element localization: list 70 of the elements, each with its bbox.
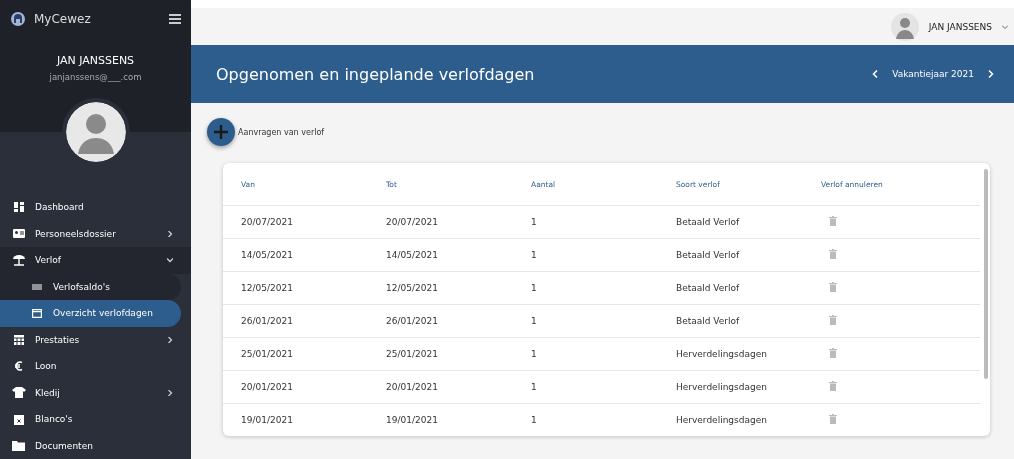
table-cell-text: 20/07/2021 [241,217,294,227]
brand-name: MyCewez [34,11,92,26]
table-cell-text: 12/05/2021 [241,283,294,293]
sidebar-item[interactable]: Dashboard [0,194,191,221]
table-cell-text: 26/01/2021 [386,316,439,326]
trash-icon[interactable] [829,249,837,259]
table-cell-text: 12/05/2021 [386,283,439,293]
trash-icon[interactable] [829,282,837,292]
profile-name: JAN JANSSENS [55,54,136,67]
table-cell-text: 14/05/2021 [241,250,294,260]
table-cell-text: 1 [531,382,538,392]
period-label: Vakantiejaar 2021 [892,69,974,79]
trash-icon[interactable] [829,216,837,226]
add-button[interactable] [207,118,235,146]
table-cell-text: 25/01/2021 [241,349,294,359]
user-avatar-icon[interactable] [890,12,919,41]
sidebar-subitem[interactable]: Verlofsaldo's [0,273,181,300]
shirt-icon [12,387,26,399]
table-cell-text: 20/01/2021 [241,382,294,392]
table-cell-text: Betaald Verlof [676,250,741,260]
table-cell-text: 19/01/2021 [386,415,439,425]
table-cell-text: 19/01/2021 [241,415,294,425]
next-icon[interactable] [988,70,994,78]
sidebar-item[interactable]: Documenten [0,432,191,459]
table-cell-text: Herverdelingsdagen [676,382,768,392]
folder-icon [12,440,26,451]
beach-umbrella-icon [12,254,26,267]
sidebar-item[interactable]: Verlof [0,247,191,274]
id-card-icon [12,229,26,239]
sidebar-item[interactable]: Blanco's [0,406,191,433]
calendar-icon [30,308,44,319]
previous-icon[interactable] [872,70,879,78]
table-cell-text: 1 [531,316,538,326]
table-cell-text: 25/01/2021 [386,349,439,359]
trash-icon[interactable] [829,348,837,358]
sidebar-item[interactable]: Kledij [0,379,191,406]
calendar-icon [12,413,26,425]
user-name[interactable]: JAN JANSSENS [928,21,992,32]
trash-icon[interactable] [829,315,837,325]
profile-email: janjanssens@___.com [48,72,143,82]
table-cell-text: 1 [531,250,538,260]
table-cell-text: 20/01/2021 [386,382,439,392]
table-cell-text: Betaald Verlof [676,217,741,227]
sidebar-item[interactable]: Loon [0,353,191,380]
table-cell-text: 1 [531,349,538,359]
table-cell-text: Betaald Verlof [676,316,741,326]
plus-icon [214,125,228,139]
sidebar-item[interactable]: Prestaties [0,326,191,353]
scrollbar[interactable] [984,169,988,379]
table-cell-text: 1 [531,283,538,293]
sidebar-item[interactable]: Personeelsdossier [0,220,191,247]
trash-icon[interactable] [829,414,837,424]
table-cell-text: 1 [531,217,538,227]
page-title: Opgenomen en ingeplande verlofdagen [216,64,536,84]
calendar-icon [12,334,26,346]
table-cell-text: 26/01/2021 [241,316,294,326]
logo-icon [10,10,26,27]
table-cell-text: 1 [531,415,538,425]
table-cell-text: Herverdelingsdagen [676,349,768,359]
dashboard-icon [12,202,26,213]
table-cell-text: Herverdelingsdagen [676,415,768,425]
trash-icon[interactable] [829,381,837,391]
sidebar-subitem[interactable]: Overzicht verlofdagen [0,300,181,327]
chevron-down-icon[interactable] [1002,24,1008,29]
add-leave-link[interactable]: Aanvragen van verlof [238,127,325,137]
list-icon [30,283,44,290]
table-cell-text: 14/05/2021 [386,250,439,260]
table-cell-text: Betaald Verlof [676,283,741,293]
menu-icon[interactable] [169,13,181,24]
table-cell-text: 20/07/2021 [386,217,439,227]
